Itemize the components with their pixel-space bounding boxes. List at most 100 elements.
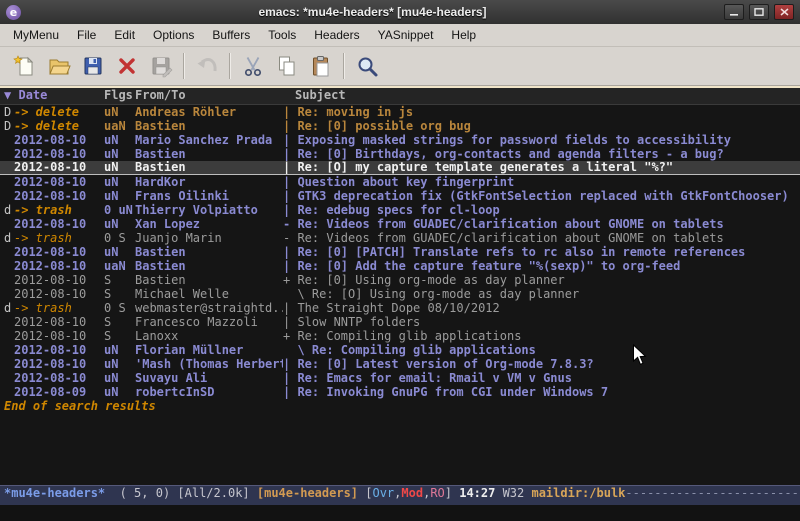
- row-flags: uaN: [104, 119, 135, 133]
- row-mark-char: [4, 343, 14, 357]
- menu-buffers[interactable]: Buffers: [203, 26, 259, 44]
- column-header-flags[interactable]: Flgs: [104, 88, 135, 104]
- row-date: 2012-08-10: [14, 371, 104, 385]
- row-flags: S: [104, 287, 135, 301]
- row-subject: | Re: edebug specs for cl-loop: [283, 203, 800, 217]
- message-row[interactable]: 2012-08-10uNFlorian Müllner \ Re: Compil…: [0, 343, 800, 357]
- message-row[interactable]: d-> trash0 SJuanjo Marin- Re: Videos fro…: [0, 231, 800, 245]
- menu-tools[interactable]: Tools: [259, 26, 305, 44]
- message-row[interactable]: 2012-08-10uNSuvayu Ali| Re: Emacs for em…: [0, 371, 800, 385]
- row-mark-char: [4, 329, 14, 343]
- emacs-icon: e: [6, 5, 21, 20]
- row-subject: | Re: Emacs for email: Rmail v VM v Gnus: [283, 371, 800, 385]
- echo-area[interactable]: [0, 505, 800, 521]
- message-row[interactable]: d-> trash0 uNThierry Volpiatto| Re: edeb…: [0, 203, 800, 217]
- row-from: Florian Müllner: [135, 343, 283, 357]
- kill-buffer-icon[interactable]: [110, 50, 144, 82]
- menu-file[interactable]: File: [68, 26, 105, 44]
- row-subject: + Re: [0] Using org-mode as day planner: [283, 273, 800, 287]
- modeline-segment-plain: [: [358, 486, 372, 500]
- end-of-results-text: End of search results: [0, 399, 800, 413]
- row-flags: uN: [104, 147, 135, 161]
- row-date: 2012-08-10: [14, 245, 104, 259]
- message-row[interactable]: 2012-08-10uNBastien| Re: [0] [PATCH] Tra…: [0, 245, 800, 259]
- modeline-segment-ovr: Ovr: [372, 486, 394, 500]
- row-mark-char: [4, 189, 14, 203]
- open-file-icon[interactable]: [42, 50, 76, 82]
- window-title: emacs: *mu4e-headers* [mu4e-headers]: [21, 5, 724, 19]
- paste-icon[interactable]: [304, 50, 338, 82]
- search-icon[interactable]: [350, 50, 384, 82]
- row-date: 2012-08-10: [14, 329, 104, 343]
- row-flags: uN: [104, 161, 135, 174]
- row-from: HardKor: [135, 175, 283, 189]
- row-subject: | Re: [O] my capture template generates …: [283, 161, 800, 174]
- row-from: Lanoxx: [135, 329, 283, 343]
- menu-options[interactable]: Options: [144, 26, 203, 44]
- row-mark-char: [4, 245, 14, 259]
- row-subject: \ Re: Compiling glib applications: [283, 343, 800, 357]
- row-flags: uN: [104, 175, 135, 189]
- copy-icon[interactable]: [270, 50, 304, 82]
- row-mark-char: [4, 385, 14, 399]
- row-date: 2012-08-10: [14, 161, 104, 174]
- menu-yasnippet[interactable]: YASnippet: [369, 26, 443, 44]
- row-flags: uN: [104, 105, 135, 119]
- row-date: 2012-08-10: [14, 133, 104, 147]
- new-file-icon[interactable]: [8, 50, 42, 82]
- minimize-icon[interactable]: [724, 4, 744, 20]
- row-flags: uN: [104, 371, 135, 385]
- row-flags: S: [104, 273, 135, 287]
- header-line: ▼ Date Flgs From/To Subject: [0, 88, 800, 105]
- row-subject: | Re: moving in js: [283, 105, 800, 119]
- modeline-segment-time: 14:27: [459, 486, 495, 500]
- message-row[interactable]: 2012-08-10SLanoxx+ Re: Compiling glib ap…: [0, 329, 800, 343]
- row-mark-label: -> delete: [14, 119, 79, 133]
- message-row[interactable]: 2012-08-10uNXan Lopez- Re: Videos from G…: [0, 217, 800, 231]
- maximize-icon[interactable]: [749, 4, 769, 20]
- modeline-segment-buffer: *mu4e-headers*: [4, 486, 105, 500]
- message-row[interactable]: 2012-08-10uNBastien| Re: [O] my capture …: [0, 161, 800, 175]
- message-row[interactable]: 2012-08-10uaNBastien| Re: [0] Add the ca…: [0, 259, 800, 273]
- row-from: Bastien: [135, 161, 283, 174]
- row-mark-char: D: [4, 105, 14, 119]
- message-row[interactable]: 2012-08-10uNBastien| Re: [0] Birthdays, …: [0, 147, 800, 161]
- row-mark-label: -> trash: [14, 203, 72, 217]
- menu-help[interactable]: Help: [442, 26, 485, 44]
- message-row[interactable]: 2012-08-10uN'Mash (Thomas Herbert)| Re: …: [0, 357, 800, 371]
- message-row[interactable]: 2012-08-10SBastien+ Re: [0] Using org-mo…: [0, 273, 800, 287]
- message-row[interactable]: 2012-08-10uNFrans Oilinki| GTK3 deprecat…: [0, 189, 800, 203]
- row-mark-char: [4, 133, 14, 147]
- close-icon[interactable]: [774, 4, 794, 20]
- modeline-segment-plain: ]: [445, 486, 459, 500]
- menu-mymenu[interactable]: MyMenu: [4, 26, 68, 44]
- row-mark-char: [4, 315, 14, 329]
- row-flags: uaN: [104, 259, 135, 273]
- cut-icon[interactable]: [236, 50, 270, 82]
- column-header-subject[interactable]: Subject: [283, 88, 800, 104]
- menu-edit[interactable]: Edit: [105, 26, 144, 44]
- row-flags: uN: [104, 189, 135, 203]
- toolbar-separator: [343, 53, 345, 79]
- column-header-from[interactable]: From/To: [135, 88, 283, 104]
- message-row[interactable]: 2012-08-10uNHardKor| Question about key …: [0, 175, 800, 189]
- row-mark-char: [4, 357, 14, 371]
- column-header-date[interactable]: ▼ Date: [4, 88, 104, 104]
- message-row[interactable]: 2012-08-09uNrobertcInSD| Re: Invoking Gn…: [0, 385, 800, 399]
- row-from: Thierry Volpiatto: [135, 203, 283, 217]
- message-row[interactable]: 2012-08-10SFrancesco Mazzoli| Slow NNTP …: [0, 315, 800, 329]
- message-row[interactable]: D-> deleteuNAndreas Röhler| Re: moving i…: [0, 105, 800, 119]
- menu-headers[interactable]: Headers: [305, 26, 368, 44]
- message-row[interactable]: 2012-08-10SMichael Welle \ Re: [O] Using…: [0, 287, 800, 301]
- row-subject: | Slow NNTP folders: [283, 315, 800, 329]
- message-row[interactable]: D-> deleteuaNBastien| Re: [0] possible o…: [0, 119, 800, 133]
- save-icon[interactable]: [76, 50, 110, 82]
- row-date: 2012-08-10: [14, 287, 104, 301]
- message-row[interactable]: 2012-08-10uNMario Sanchez Prada| Exposin…: [0, 133, 800, 147]
- mode-line[interactable]: *mu4e-headers* ( 5, 0) [All/2.0k] [mu4e-…: [0, 485, 800, 505]
- row-flags: 0 uN: [104, 203, 135, 217]
- row-flags: uN: [104, 343, 135, 357]
- mu4e-headers-buffer: ▼ Date Flgs From/To Subject D-> deleteuN…: [0, 86, 800, 485]
- message-row[interactable]: d-> trash0 Swebmaster@straightd...| The …: [0, 301, 800, 315]
- row-mark-char: [4, 273, 14, 287]
